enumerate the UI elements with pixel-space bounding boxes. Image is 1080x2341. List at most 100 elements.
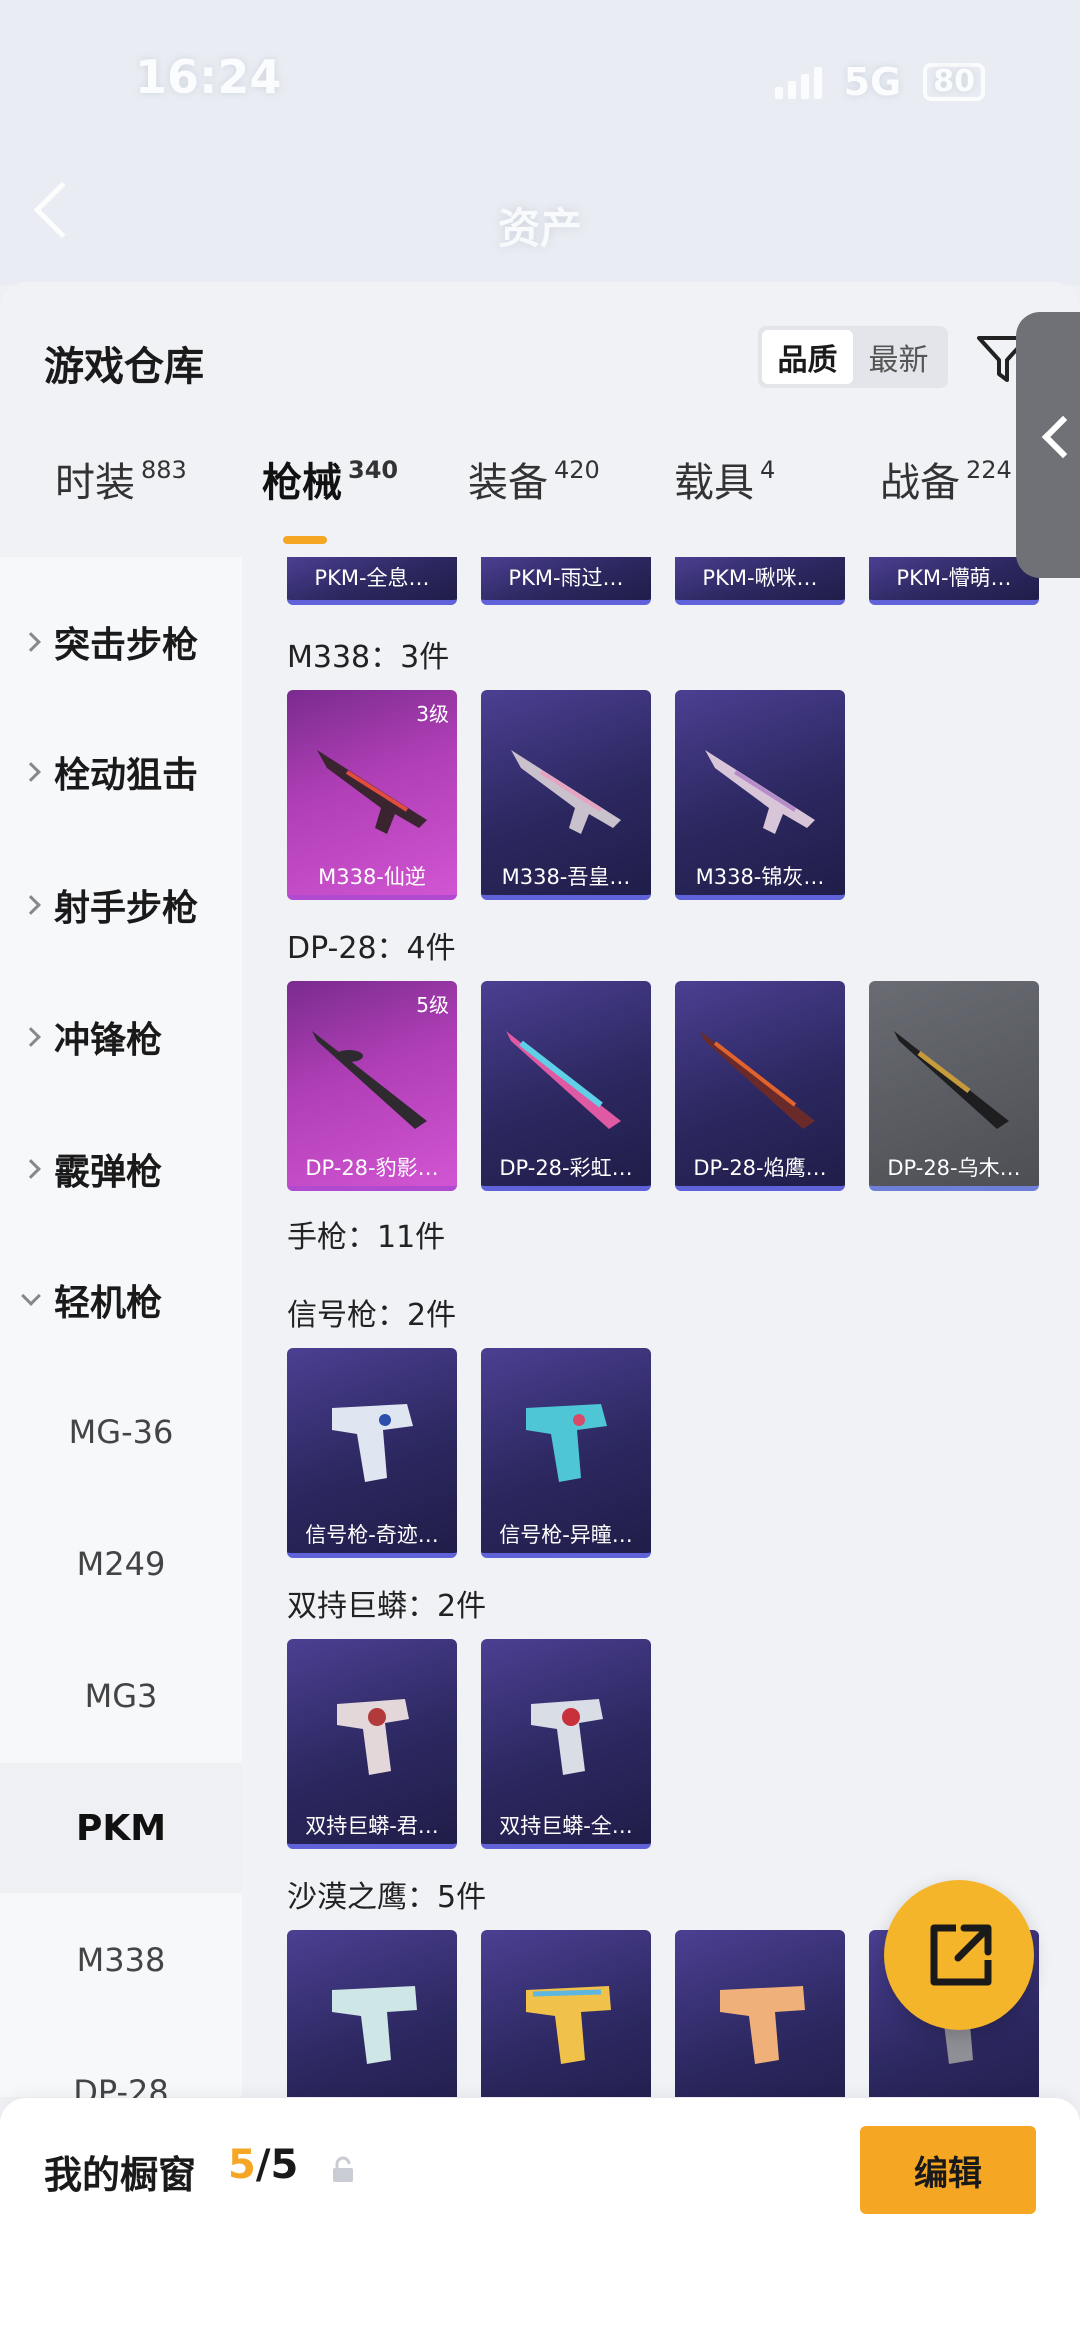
skin-name: DP-28-乌木… [887,1156,1021,1180]
revolver-icon [531,1699,603,1775]
section-title: 沙漠之鹰：5件 [287,1880,487,1915]
sidebar-sub-mg3[interactable]: MG3 [0,1631,242,1761]
showcase-bar: 我的橱窗 5/5 编辑 [0,2098,1080,2341]
sidebar-item-marksman[interactable]: 射手步枪 [0,840,242,970]
sidebar-sub-m338[interactable]: M338 [0,1895,242,2025]
tab-equipment[interactable]: 装备 420 [468,450,600,508]
skin-card[interactable]: 双持巨蟒-全… [481,1639,651,1849]
section-title: 手枪：11件 [287,1220,446,1255]
skin-name: 双持巨蟒-全… [499,1814,633,1838]
rifle-icon [317,750,427,834]
sheet-title: 游戏仓库 [44,344,204,390]
page-title: 资产 [497,204,582,253]
skin-card[interactable]: PKM-懵萌… [869,557,1039,605]
skin-name: DP-28-豹影… [305,1156,439,1180]
side-drawer-handle[interactable] [1016,312,1080,578]
skin-name: 信号枪-奇迹… [305,1523,439,1547]
warehouse-sheet: 游戏仓库 品质 最新 时装 883 枪械 340 装备 420 载具 4 战备 224 突… [0,282,1080,2341]
rifle-icon [894,1031,1009,1129]
status-indicators: 5G 80 [774,60,985,104]
tab-label: 时装 [55,460,135,506]
skin-card[interactable]: DP-28-彩虹… [481,981,651,1191]
skin-card[interactable]: 3级 M338-仙逆 [287,690,457,900]
tab-weapons[interactable]: 枪械 340 [262,450,398,508]
skin-name: PKM-啾咪… [702,566,818,590]
tab-vehicles[interactable]: 载具 4 [674,450,775,508]
tab-label: 装备 [468,460,548,506]
pistol-icon [332,1986,417,2064]
pistol-icon [526,1986,611,2064]
showcase-label: 我的橱窗 [44,2153,197,2197]
skin-card[interactable] [287,1930,457,2097]
sort-quality-button[interactable]: 品质 [762,330,853,384]
rifle-icon [312,1031,427,1129]
sidebar-item-label: 轻机枪 [54,1283,163,1324]
sort-latest-button[interactable]: 最新 [853,330,944,384]
sidebar-item-label: 射手步枪 [54,888,199,929]
tab-supplies[interactable]: 战备 224 [880,450,1012,508]
sidebar-item-assault-rifle[interactable]: 突击步枪 [0,577,242,707]
rifle-icon [506,1031,621,1129]
sidebar-item-label: 冲锋枪 [54,1020,163,1061]
tab-fashion[interactable]: 时装 883 [55,450,187,508]
sidebar-item-shotgun[interactable]: 霰弹枪 [0,1104,242,1234]
rifle-icon [705,750,815,834]
tab-count: 4 [760,456,776,484]
skin-name: PKM-全息… [314,566,430,590]
section-title: DP-28：4件 [287,931,456,966]
tab-label: 枪械 [262,460,342,506]
skin-name: M338-吾皇… [501,865,631,889]
skin-card[interactable] [481,1930,651,2097]
skin-name: 双持巨蟒-君… [305,1814,439,1838]
skin-name: 信号枪-异瞳… [499,1523,633,1547]
status-bar: 16:24 5G 80 [0,0,1080,130]
sidebar-item-lmg[interactable]: 轻机枪 [0,1235,242,1365]
tab-count: 224 [966,456,1012,484]
skin-name: M338-锦灰… [695,865,825,889]
skin-name: DP-28-彩虹… [499,1156,633,1180]
tab-underline [283,536,327,544]
weapon-sidebar: 突击步枪 栓动狙击 射手步枪 冲锋枪 霰弹枪 轻机枪 MG-36 M249 MG… [0,557,242,2111]
skin-card[interactable]: DP-28-乌木… [869,981,1039,1191]
revolver-icon [337,1699,409,1775]
sidebar-item-label: 栓动狙击 [54,755,199,796]
skin-card[interactable]: 信号枪-异瞳… [481,1348,651,1558]
skin-card[interactable]: 5级 DP-28-豹影… [287,981,457,1191]
sort-toggle: 品质 最新 [758,326,948,388]
chevron-right-icon [21,632,41,652]
showcase-total: /5 [255,2142,299,2188]
share-button[interactable] [884,1880,1034,2030]
edit-button[interactable]: 编辑 [860,2126,1036,2214]
skin-card[interactable]: PKM-雨过… [481,557,651,605]
battery-level: 80 [923,63,985,101]
share-icon [930,1924,992,1986]
skin-name: PKM-懵萌… [896,566,1012,590]
sidebar-item-smg[interactable]: 冲锋枪 [0,972,242,1102]
chevron-right-icon [21,762,41,782]
pistol-icon [526,1404,607,1482]
pistol-icon [720,1986,805,2064]
chevron-right-icon [21,895,41,915]
skin-card[interactable]: DP-28-焰鹰… [675,981,845,1191]
sidebar-sub-pkm[interactable]: PKM [0,1763,242,1893]
skin-card[interactable]: M338-锦灰… [675,690,845,900]
tab-count: 883 [141,456,187,484]
status-time: 16:24 [135,50,282,104]
skin-card[interactable]: M338-吾皇… [481,690,651,900]
tab-count: 340 [348,456,399,484]
weapon-grid: PKM-全息… PKM-雨过… PKM-啾咪… PKM-懵萌… M338：3件 … [242,557,1080,2097]
lock-icon [333,2156,353,2182]
skin-card[interactable] [675,1930,845,2097]
sidebar-item-bolt-sniper[interactable]: 栓动狙击 [0,707,242,837]
tab-label: 战备 [880,460,960,506]
skin-card[interactable]: PKM-全息… [287,557,457,605]
sidebar-sub-mg36[interactable]: MG-36 [0,1367,242,1497]
sidebar-sub-m249[interactable]: M249 [0,1499,242,1629]
showcase-current: 5 [228,2142,256,2188]
skin-card[interactable]: 信号枪-奇迹… [287,1348,457,1558]
skin-card[interactable]: PKM-啾咪… [675,557,845,605]
section-title: 信号枪：2件 [287,1298,457,1333]
skin-name: PKM-雨过… [508,566,624,590]
skin-card[interactable]: 双持巨蟒-君… [287,1639,457,1849]
sidebar-item-label: 霰弹枪 [54,1152,163,1193]
